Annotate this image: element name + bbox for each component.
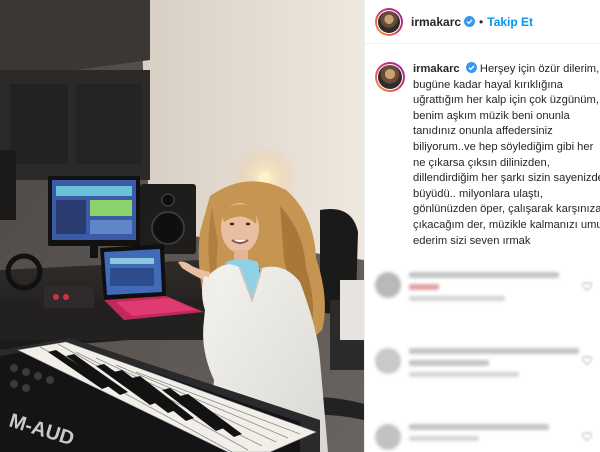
post-side-panel: irmakarc • Takip Et irmakarc Herşey için… — [364, 0, 600, 452]
caption-line: dillendirdiğim her şarkı sizin sayenizde — [413, 172, 600, 185]
caption-line: ne çıkarsa çıksın dilinizden, — [413, 156, 550, 169]
caption-line: tanıdınız onunla affedersiniz — [413, 125, 553, 138]
follow-button[interactable]: Takip Et — [487, 15, 533, 29]
post-caption: irmakarc Herşey için özür dilerim, bugün… — [375, 62, 600, 249]
comment-item[interactable] — [375, 424, 549, 450]
profile-avatar[interactable] — [375, 7, 403, 36]
caption-text: irmakarc Herşey için özür dilerim, bugün… — [413, 62, 600, 249]
post-photo[interactable]: M-AUD — [0, 0, 364, 452]
comment-item[interactable] — [375, 272, 559, 307]
header-username[interactable]: irmakarc — [411, 15, 461, 29]
caption-line: çıkacağım der, müzikle kalmanızı umut — [413, 218, 600, 231]
like-comment-heart-icon[interactable] — [582, 356, 592, 365]
like-comment-heart-icon[interactable] — [582, 432, 592, 441]
caption-line: biliyorum..ve hep söylediğim gibi her — [413, 140, 594, 153]
caption-line: gönlünüzden öper, çalışarak karşınıza — [413, 203, 600, 216]
caption-avatar[interactable] — [375, 62, 405, 92]
caption-line: benim aşkım müzik beni onunla — [413, 109, 570, 122]
caption-verified-badge-icon — [465, 62, 477, 73]
comment-item[interactable] — [375, 348, 579, 383]
commenter-avatar[interactable] — [375, 424, 401, 450]
caption-line: bugüne kadar hayal kırıklığına — [413, 78, 563, 91]
studio-photo: M-AUD — [0, 0, 364, 452]
caption-line: ederim sizi seven ırmak — [413, 234, 531, 247]
caption-line: uğrattığım her kalp için çok üzgünüm, — [413, 94, 599, 107]
caption-line: Herşey için özür dilerim, — [479, 63, 600, 75]
post-header: irmakarc • Takip Et — [365, 0, 600, 44]
commenter-avatar[interactable] — [375, 272, 401, 298]
separator-dot: • — [479, 14, 484, 29]
commenter-avatar[interactable] — [375, 348, 401, 374]
verified-badge-icon — [464, 16, 476, 27]
caption-username[interactable]: irmakarc — [413, 63, 460, 75]
caption-line: büyüdü.. milyonlara ulaştı, — [413, 187, 543, 200]
like-comment-heart-icon[interactable] — [582, 282, 592, 291]
